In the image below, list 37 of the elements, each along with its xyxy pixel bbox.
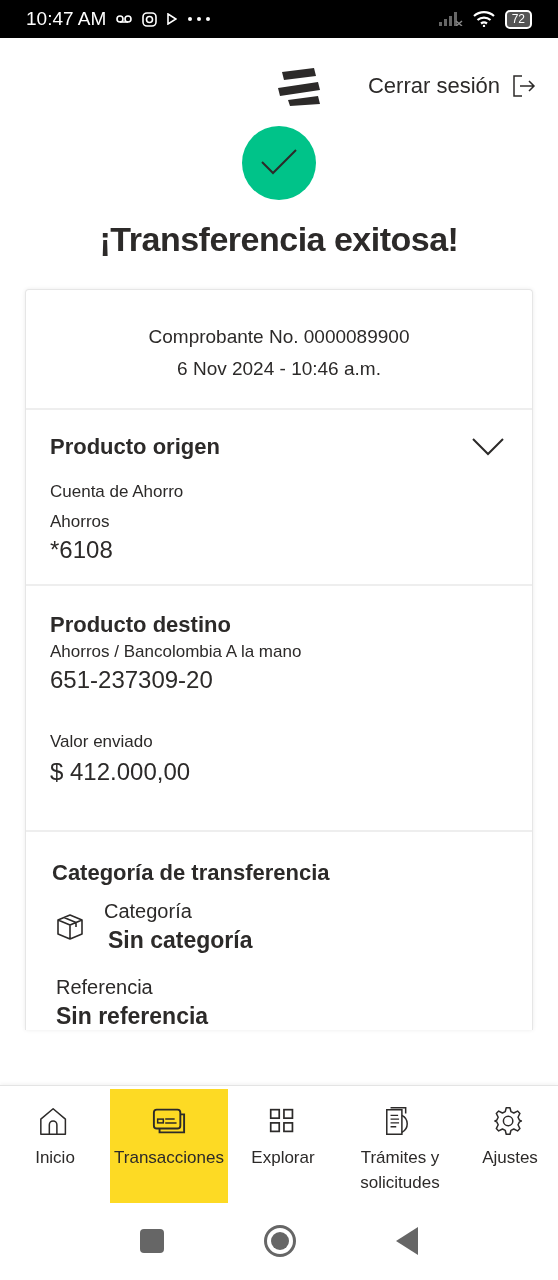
recents-button[interactable] [140, 1228, 164, 1253]
wifi-icon [472, 11, 495, 27]
account-number: 651-237309-20 [50, 666, 214, 694]
nav-tab[interactable]: Inicio [0, 1089, 110, 1203]
chevron-down-icon[interactable] [472, 438, 504, 456]
account-type: Cuenta de Ahorro [50, 482, 185, 502]
logout-button[interactable]: Cerrar sesión [367, 73, 536, 99]
account-description: Ahorros / Bancolombia A la mano [50, 642, 303, 662]
amount-value: $ 412.000,00 [50, 758, 192, 786]
reference-label: Referencia [56, 976, 154, 999]
success-title: ¡Transferencia exitosa! [99, 220, 459, 259]
logo-icon [277, 66, 322, 106]
account-subtype: Ahorros [50, 512, 111, 532]
voicemail-icon [116, 15, 133, 23]
logout-icon [512, 74, 536, 98]
reference-value: Sin referencia [56, 1003, 210, 1030]
account-number: *6108 [50, 536, 114, 564]
category-label: Categoría [104, 900, 193, 923]
box-icon [56, 913, 84, 941]
more-icon [187, 16, 212, 22]
receipt-number: Comprobante No. 0000089900 [147, 326, 411, 348]
signal-icon [438, 12, 463, 26]
play-icon [167, 13, 178, 25]
nav-tab[interactable]: Ajustes [462, 1089, 558, 1203]
back-button[interactable] [396, 1226, 418, 1255]
home-button[interactable] [264, 1224, 296, 1257]
section-title: Categoría de transferencia [52, 860, 331, 886]
receipt-date: 6 Nov 2024 - 10:46 a.m. [176, 358, 382, 380]
camera-icon [142, 11, 158, 27]
nav-tab[interactable]: Transacciones [110, 1089, 228, 1203]
battery-indicator: 72 [504, 9, 532, 29]
section-title: Producto destino [50, 612, 232, 638]
section-title: Producto origen [50, 434, 220, 460]
category-value: Sin categoría [108, 927, 253, 954]
amount-label: Valor enviado [50, 732, 154, 752]
clock-time: 10:47 AM [26, 8, 107, 30]
success-check-icon [242, 126, 316, 200]
